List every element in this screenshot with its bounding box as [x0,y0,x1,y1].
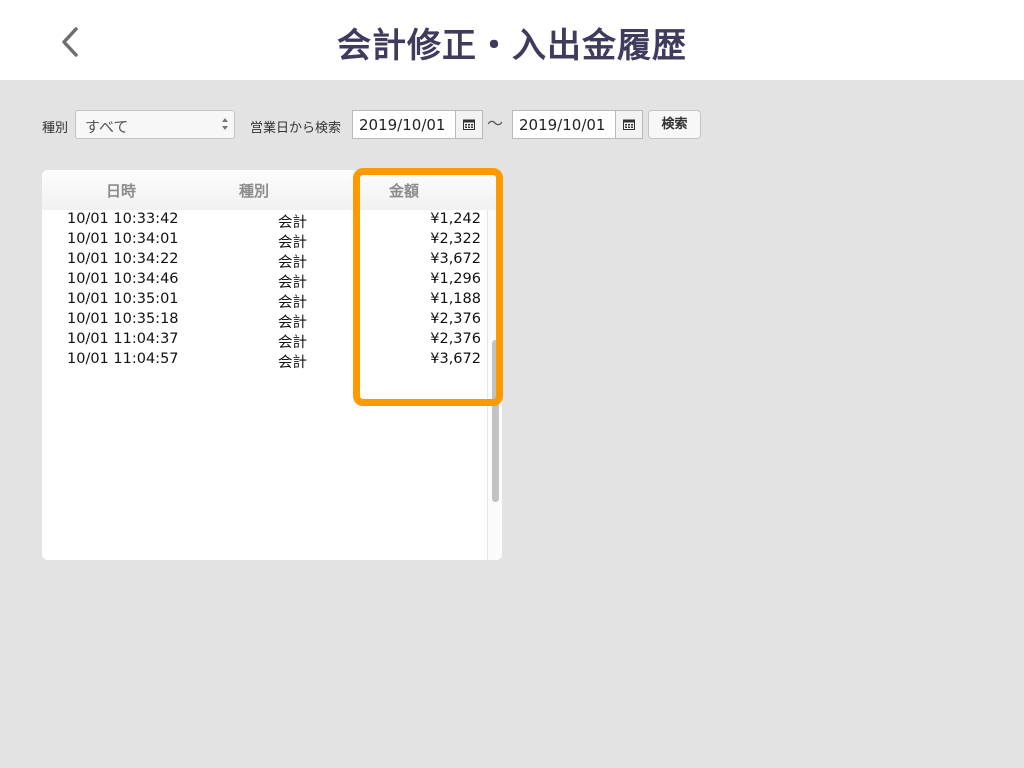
cell-datetime: 10/01 10:33:42 [67,211,179,227]
cell-type: 会計 [278,355,307,371]
type-select-value: すべて [85,118,129,136]
cell-amount: ¥3,672 [430,351,481,367]
column-header-type[interactable]: 種別 [239,180,269,201]
cell-type: 会計 [278,255,307,271]
cell-datetime: 10/01 10:34:46 [67,271,179,287]
page-title: 会計修正・入出金履歴 [337,26,687,66]
cell-amount: ¥2,376 [430,331,481,347]
cell-datetime: 10/01 10:35:18 [67,311,179,327]
cell-amount: ¥3,672 [430,251,481,267]
top-bar: 会計修正・入出金履歴 [0,0,1024,80]
date-to-input[interactable]: 2019/10/01 [512,110,616,139]
date-to-calendar-button[interactable] [616,110,643,139]
cell-type: 会計 [278,315,307,331]
calendar-icon [463,119,475,130]
table-row[interactable]: 10/01 10:34:22 会計 ¥3,672 [42,250,487,271]
filter-bar: 種別 すべて 営業日から検索 2019/10/01 〜 2019/10/01 検… [0,108,1024,142]
table-row[interactable]: 10/01 10:34:01 会計 ¥2,322 [42,230,487,251]
cell-type: 会計 [278,215,307,231]
select-arrows-icon [222,118,228,130]
cell-type: 会計 [278,235,307,251]
date-search-label: 営業日から検索 [250,121,342,136]
table-body: 10/01 10:33:42 会計 ¥1,242 10/01 10:34:01 … [42,210,487,371]
scrollbar-thumb[interactable] [492,340,499,502]
column-header-datetime[interactable]: 日時 [106,180,136,201]
search-button[interactable]: 検索 [648,110,701,139]
table-row[interactable]: 10/01 11:04:57 会計 ¥3,672 [42,350,487,371]
table-row[interactable]: 10/01 10:35:18 会計 ¥2,376 [42,310,487,331]
cell-amount: ¥2,376 [430,311,481,327]
table-row[interactable]: 10/01 10:34:46 会計 ¥1,296 [42,270,487,291]
cell-amount: ¥2,322 [430,231,481,247]
date-from-calendar-button[interactable] [456,110,483,139]
cell-type: 会計 [278,275,307,291]
cell-datetime: 10/01 10:34:01 [67,231,179,247]
range-separator: 〜 [487,114,504,133]
cell-amount: ¥1,296 [430,271,481,287]
table-row[interactable]: 10/01 11:04:37 会計 ¥2,376 [42,330,487,351]
cell-datetime: 10/01 11:04:57 [67,351,179,367]
column-header-amount[interactable]: 金額 [389,180,419,201]
calendar-icon [623,119,635,130]
cell-datetime: 10/01 10:34:22 [67,251,179,267]
cell-type: 会計 [278,295,307,311]
cell-amount: ¥1,188 [430,291,481,307]
type-filter-label: 種別 [42,121,69,136]
table-scrollbar[interactable] [487,210,502,560]
cell-datetime: 10/01 10:35:01 [67,291,179,307]
history-table: 日時 種別 金額 10/01 10:33:42 会計 ¥1,242 10/01 … [42,170,502,560]
cell-amount: ¥1,242 [430,211,481,227]
type-select[interactable]: すべて [75,110,235,139]
date-from-input[interactable]: 2019/10/01 [352,110,456,139]
table-header: 日時 種別 金額 [42,170,502,210]
table-row[interactable]: 10/01 10:35:01 会計 ¥1,188 [42,290,487,311]
cell-type: 会計 [278,335,307,351]
cell-datetime: 10/01 11:04:37 [67,331,179,347]
table-row[interactable]: 10/01 10:33:42 会計 ¥1,242 [42,210,487,231]
